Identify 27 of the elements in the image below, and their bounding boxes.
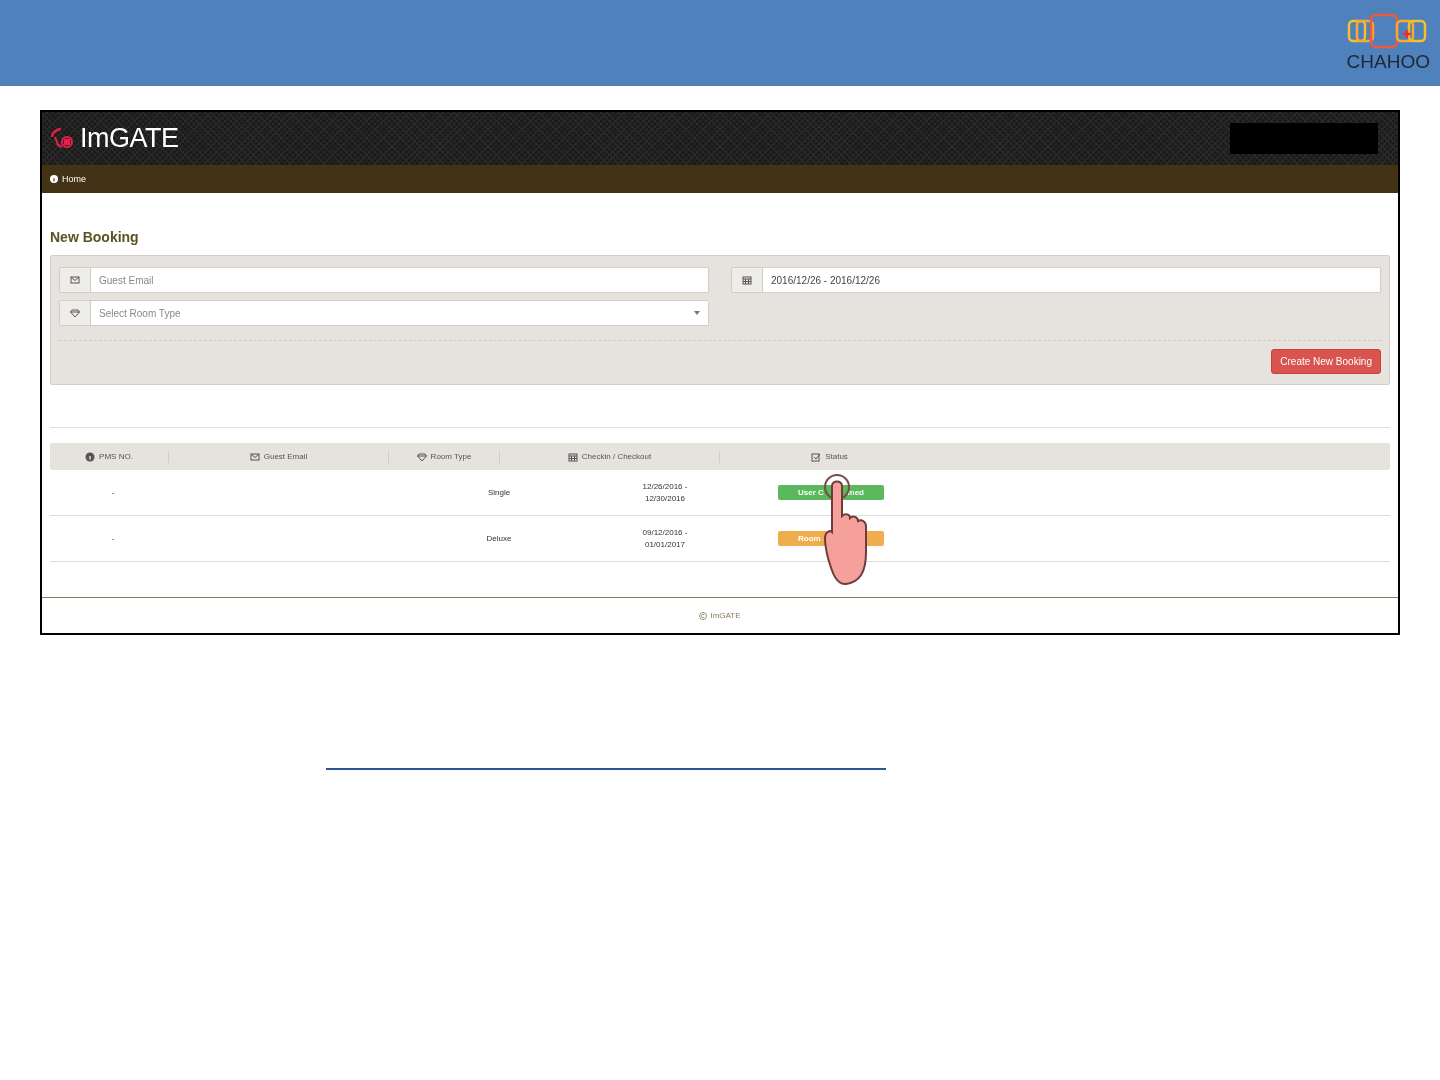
table-cell: Single bbox=[487, 486, 511, 499]
table-cell: - bbox=[111, 486, 115, 499]
column-header: Status bbox=[825, 452, 848, 461]
info-icon bbox=[85, 451, 96, 462]
copyright-icon bbox=[699, 611, 708, 620]
calendar-icon bbox=[567, 451, 578, 462]
envelope-icon bbox=[70, 275, 80, 285]
column-header: Room Type bbox=[430, 452, 472, 461]
table-cell: - bbox=[111, 532, 115, 545]
breadcrumb-link[interactable]: Home bbox=[62, 174, 86, 184]
diamond-icon bbox=[416, 451, 427, 462]
table-cell-text: 09/12/2016 - 01/01/2017 bbox=[641, 526, 689, 551]
envelope-icon bbox=[249, 451, 260, 462]
brand-logo-icon bbox=[50, 126, 74, 151]
calendar-icon bbox=[742, 275, 752, 285]
page-title: New Booking bbox=[50, 229, 140, 245]
footer-text: ImGATE bbox=[710, 611, 741, 620]
brand-name: ImGATE bbox=[80, 123, 179, 154]
table-cell-text: 12/26/2016 - 12/30/2016 bbox=[641, 480, 689, 505]
logo-text: CHAHOO bbox=[1346, 52, 1430, 71]
column-header: Checkin / Checkout bbox=[581, 452, 652, 461]
checkbox-icon bbox=[811, 451, 822, 462]
column-header: Guest Email bbox=[263, 452, 308, 461]
table-cell: Deluxe bbox=[486, 532, 512, 545]
info-icon bbox=[50, 175, 58, 183]
create-booking-button[interactable]: Create New Booking bbox=[1271, 349, 1381, 374]
column-header: PMS NO. bbox=[99, 452, 133, 461]
